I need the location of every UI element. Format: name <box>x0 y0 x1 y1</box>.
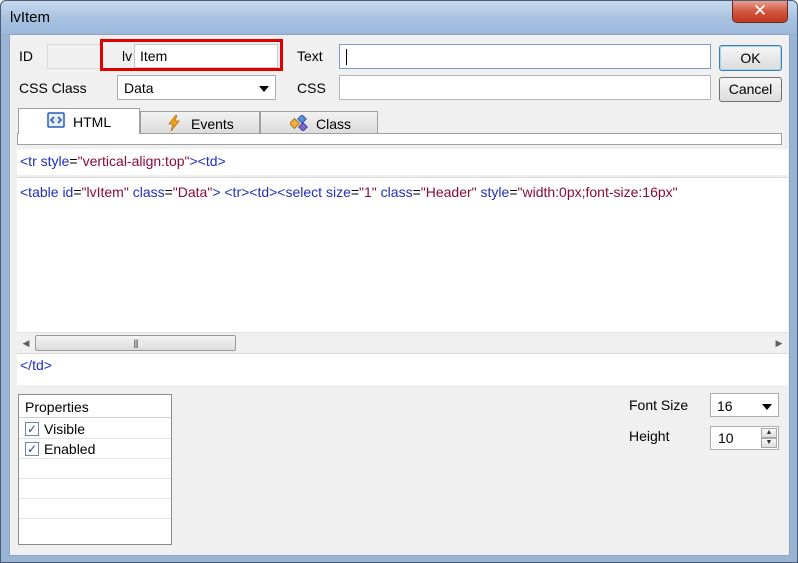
window-title: lvItem <box>10 9 51 26</box>
id-input[interactable]: Item <box>134 44 278 68</box>
property-row-empty <box>19 519 171 539</box>
text-label: Text <box>297 48 323 64</box>
html-body-editor[interactable]: <table id="lvItem" class="Data"> <tr><td… <box>17 177 788 332</box>
spin-down-icon[interactable]: ▼ <box>761 438 777 448</box>
html-suffix-editor[interactable]: </td> <box>17 353 788 385</box>
code-token: = <box>73 184 82 200</box>
html-prefix-editor[interactable]: <tr style="vertical-align:top"><td> <box>17 149 788 175</box>
scrollbar-thumb[interactable]: ||| <box>35 335 236 351</box>
property-row-visible[interactable]: ✓ Visible <box>19 419 171 439</box>
code-token: "width:0px;font-size:16px" <box>517 184 678 200</box>
code-token: "vertical-align:top" <box>77 153 190 169</box>
cancel-button[interactable]: Cancel <box>719 77 782 102</box>
tab-html-label: HTML <box>73 114 112 130</box>
code-token: = <box>412 184 421 200</box>
dialog-window: lvItem ✕ ID lv Item Text OK CSS Class Da… <box>0 0 798 563</box>
tab-events[interactable]: Events <box>140 111 260 135</box>
font-size-label: Font Size <box>629 397 689 413</box>
dialog-client-area: ID lv Item Text OK CSS Class Data CSS Ca… <box>9 34 790 556</box>
css-class-dropdown[interactable]: Data <box>117 75 276 100</box>
code-token: = <box>509 184 518 200</box>
tab-panel <box>17 133 782 145</box>
tab-class[interactable]: Class <box>260 111 378 135</box>
visible-checkbox[interactable]: ✓ <box>25 422 39 436</box>
id-label: ID <box>19 48 33 64</box>
lightning-icon <box>168 115 180 131</box>
height-stepper[interactable]: 10 ▲ ▼ <box>710 426 779 450</box>
css-class-label: CSS Class <box>19 80 87 96</box>
code-token: style <box>476 184 510 200</box>
code-token: style <box>40 153 70 169</box>
chevron-down-icon <box>762 404 772 410</box>
font-size-value: 16 <box>717 398 733 414</box>
code-token: "Header" <box>420 184 477 200</box>
enabled-label: Enabled <box>44 441 96 457</box>
code-token: class <box>128 184 165 200</box>
code-token: "1" <box>359 184 377 200</box>
font-size-dropdown[interactable]: 16 <box>710 393 779 417</box>
enabled-checkbox[interactable]: ✓ <box>25 442 39 456</box>
chevron-down-icon <box>259 86 269 92</box>
scroll-left-icon[interactable]: ◀ <box>19 336 33 350</box>
title-bar[interactable]: lvItem ✕ <box>1 1 797 34</box>
properties-header: Properties <box>19 395 171 418</box>
tab-class-label: Class <box>316 116 352 132</box>
height-value: 10 <box>718 430 734 446</box>
horizontal-scrollbar[interactable]: ◀ ||| ▶ <box>17 332 788 352</box>
id-highlight-box: lv Item <box>100 39 283 71</box>
class-icon <box>290 115 308 131</box>
scroll-right-icon[interactable]: ▶ <box>772 336 786 350</box>
code-token: ><td> <box>189 153 226 169</box>
html-body-line: <table id="lvItem" class="Data"> <tr><td… <box>20 184 678 200</box>
spin-up-icon[interactable]: ▲ <box>761 428 777 438</box>
css-label: CSS <box>297 80 326 96</box>
text-input[interactable] <box>339 44 711 69</box>
height-label: Height <box>629 428 670 444</box>
text-cursor <box>346 49 347 65</box>
html-code-icon <box>47 112 65 128</box>
code-token: = <box>350 184 360 200</box>
html-suffix-text: </td> <box>20 357 52 373</box>
code-token: class <box>376 184 413 200</box>
css-class-value: Data <box>124 80 154 96</box>
property-row-empty <box>19 499 171 519</box>
code-token: "Data" <box>172 184 213 200</box>
code-token: size <box>325 184 351 200</box>
visible-label: Visible <box>44 421 85 437</box>
code-token: = <box>164 184 173 200</box>
id-disabled-field <box>47 44 102 69</box>
tab-html[interactable]: HTML <box>18 108 140 134</box>
code-token: id <box>62 184 74 200</box>
property-row-enabled[interactable]: ✓ Enabled <box>19 439 171 459</box>
close-button[interactable]: ✕ <box>732 1 788 23</box>
id-prefix-text: lv <box>122 48 133 64</box>
code-token: <table <box>20 184 63 200</box>
property-row-empty <box>19 479 171 499</box>
css-input[interactable] <box>339 75 711 100</box>
code-token: "lvItem" <box>81 184 129 200</box>
tab-events-label: Events <box>191 116 234 132</box>
property-row-empty <box>19 459 171 479</box>
code-token: <tr <box>20 153 41 169</box>
code-token: = <box>69 153 78 169</box>
ok-button[interactable]: OK <box>719 45 782 71</box>
code-token: > <tr><td><select <box>212 184 326 200</box>
properties-list: Properties ✓ Visible ✓ Enabled <box>18 394 172 545</box>
